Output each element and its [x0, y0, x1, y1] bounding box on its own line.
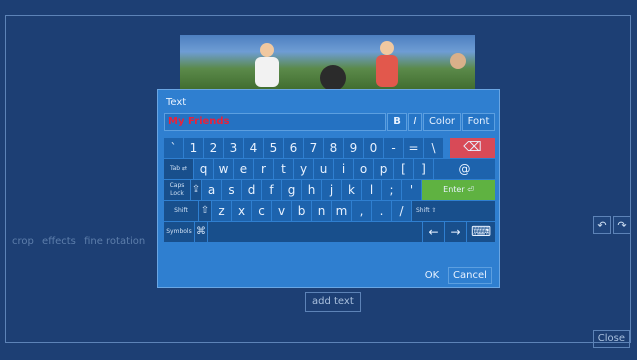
key[interactable]: t — [274, 159, 293, 179]
shift-right-key[interactable]: Shift ⇧ — [412, 201, 495, 221]
key[interactable]: e — [234, 159, 253, 179]
shift-left-key[interactable]: Shift — [164, 201, 198, 221]
key[interactable]: q — [194, 159, 213, 179]
color-button[interactable]: Color — [423, 113, 461, 131]
photo-preview — [180, 35, 475, 91]
key[interactable]: i — [334, 159, 353, 179]
rotate-left-icon[interactable]: ↶ — [593, 216, 611, 234]
key[interactable]: p — [374, 159, 393, 179]
key[interactable]: d — [242, 180, 261, 200]
caps-lock-key[interactable]: Caps Lock — [164, 180, 190, 200]
key[interactable]: / — [392, 201, 411, 221]
key[interactable]: 9 — [344, 138, 363, 158]
key[interactable]: r — [254, 159, 273, 179]
font-button[interactable]: Font — [462, 113, 495, 131]
side-menu: crop effects fine rotation — [12, 236, 150, 247]
key[interactable]: 6 — [284, 138, 303, 158]
key[interactable]: w — [214, 159, 233, 179]
rotate-right-icon[interactable]: ↷ — [613, 216, 631, 234]
key[interactable]: 4 — [244, 138, 263, 158]
text-input[interactable]: My Friends — [164, 113, 386, 131]
key[interactable]: s — [222, 180, 241, 200]
keyboard-row-4: Shift ⇧ z x c v b n m , . / Shift ⇧ — [164, 201, 495, 221]
backspace-icon[interactable]: ⌫ — [450, 138, 495, 158]
rotate-controls: ↶ ↷ — [593, 216, 631, 234]
key[interactable]: j — [322, 180, 341, 200]
key[interactable]: o — [354, 159, 373, 179]
arrow-right-icon[interactable]: → — [445, 222, 466, 242]
crop-link[interactable]: crop — [12, 236, 34, 247]
key[interactable]: m — [332, 201, 351, 221]
bold-button[interactable]: B — [387, 113, 407, 131]
key[interactable]: g — [282, 180, 301, 200]
at-key[interactable]: @ — [434, 159, 495, 179]
key[interactable]: 1 — [184, 138, 203, 158]
text-dialog: Text My Friends B I Color Font ` 1 2 3 4… — [157, 89, 500, 288]
key[interactable]: n — [312, 201, 331, 221]
key[interactable]: x — [232, 201, 251, 221]
add-text-button[interactable]: add text — [305, 292, 361, 312]
key[interactable]: l — [362, 180, 381, 200]
key[interactable]: y — [294, 159, 313, 179]
key[interactable]: [ — [394, 159, 413, 179]
space-bar[interactable] — [208, 222, 422, 242]
key[interactable]: 2 — [204, 138, 223, 158]
key[interactable]: ' — [402, 180, 421, 200]
key[interactable]: - — [384, 138, 403, 158]
key[interactable]: 0 — [364, 138, 383, 158]
tab-key[interactable]: Tab ⇄ — [164, 159, 193, 179]
key[interactable]: . — [372, 201, 391, 221]
key[interactable]: b — [292, 201, 311, 221]
caps-lock-icon[interactable]: ⇪ — [191, 180, 201, 200]
key[interactable]: ` — [164, 138, 183, 158]
key[interactable]: = — [404, 138, 423, 158]
key[interactable]: ; — [382, 180, 401, 200]
key[interactable]: ] — [414, 159, 433, 179]
key[interactable]: 3 — [224, 138, 243, 158]
close-button[interactable]: Close — [592, 330, 630, 348]
key[interactable]: z — [212, 201, 231, 221]
key[interactable]: v — [272, 201, 291, 221]
key[interactable]: 7 — [304, 138, 323, 158]
key[interactable]: a — [202, 180, 221, 200]
key[interactable]: c — [252, 201, 271, 221]
cancel-button[interactable]: Cancel — [448, 267, 492, 284]
italic-button[interactable]: I — [408, 113, 422, 131]
keyboard-row-3: Caps Lock ⇪ a s d f g h j k l ; ' Enter … — [164, 180, 495, 200]
keyboard-icon[interactable]: ⌨ — [467, 222, 495, 242]
arrow-left-icon[interactable]: ← — [423, 222, 444, 242]
key[interactable]: h — [302, 180, 321, 200]
enter-key[interactable]: Enter ⏎ — [422, 180, 495, 200]
fine-rotation-link[interactable]: fine rotation — [84, 236, 145, 247]
shift-icon[interactable]: ⇧ — [199, 201, 211, 221]
key[interactable]: \ — [424, 138, 443, 158]
key[interactable]: , — [352, 201, 371, 221]
key[interactable]: 8 — [324, 138, 343, 158]
key[interactable]: 5 — [264, 138, 283, 158]
keyboard-row-2: Tab ⇄ q w e r t y u i o p [ ] @ — [164, 159, 495, 179]
symbols-key[interactable]: Symbols — [164, 222, 194, 242]
key[interactable]: u — [314, 159, 333, 179]
keyboard-row-1: ` 1 2 3 4 5 6 7 8 9 0 - = \ ⌫ — [164, 138, 495, 158]
ok-button[interactable]: OK — [423, 267, 441, 284]
command-icon[interactable]: ⌘ — [195, 222, 207, 242]
key[interactable]: f — [262, 180, 281, 200]
keyboard-row-5: Symbols ⌘ ← → ⌨ — [164, 222, 495, 242]
key[interactable]: k — [342, 180, 361, 200]
dialog-title: Text — [166, 97, 187, 108]
effects-link[interactable]: effects — [42, 236, 76, 247]
